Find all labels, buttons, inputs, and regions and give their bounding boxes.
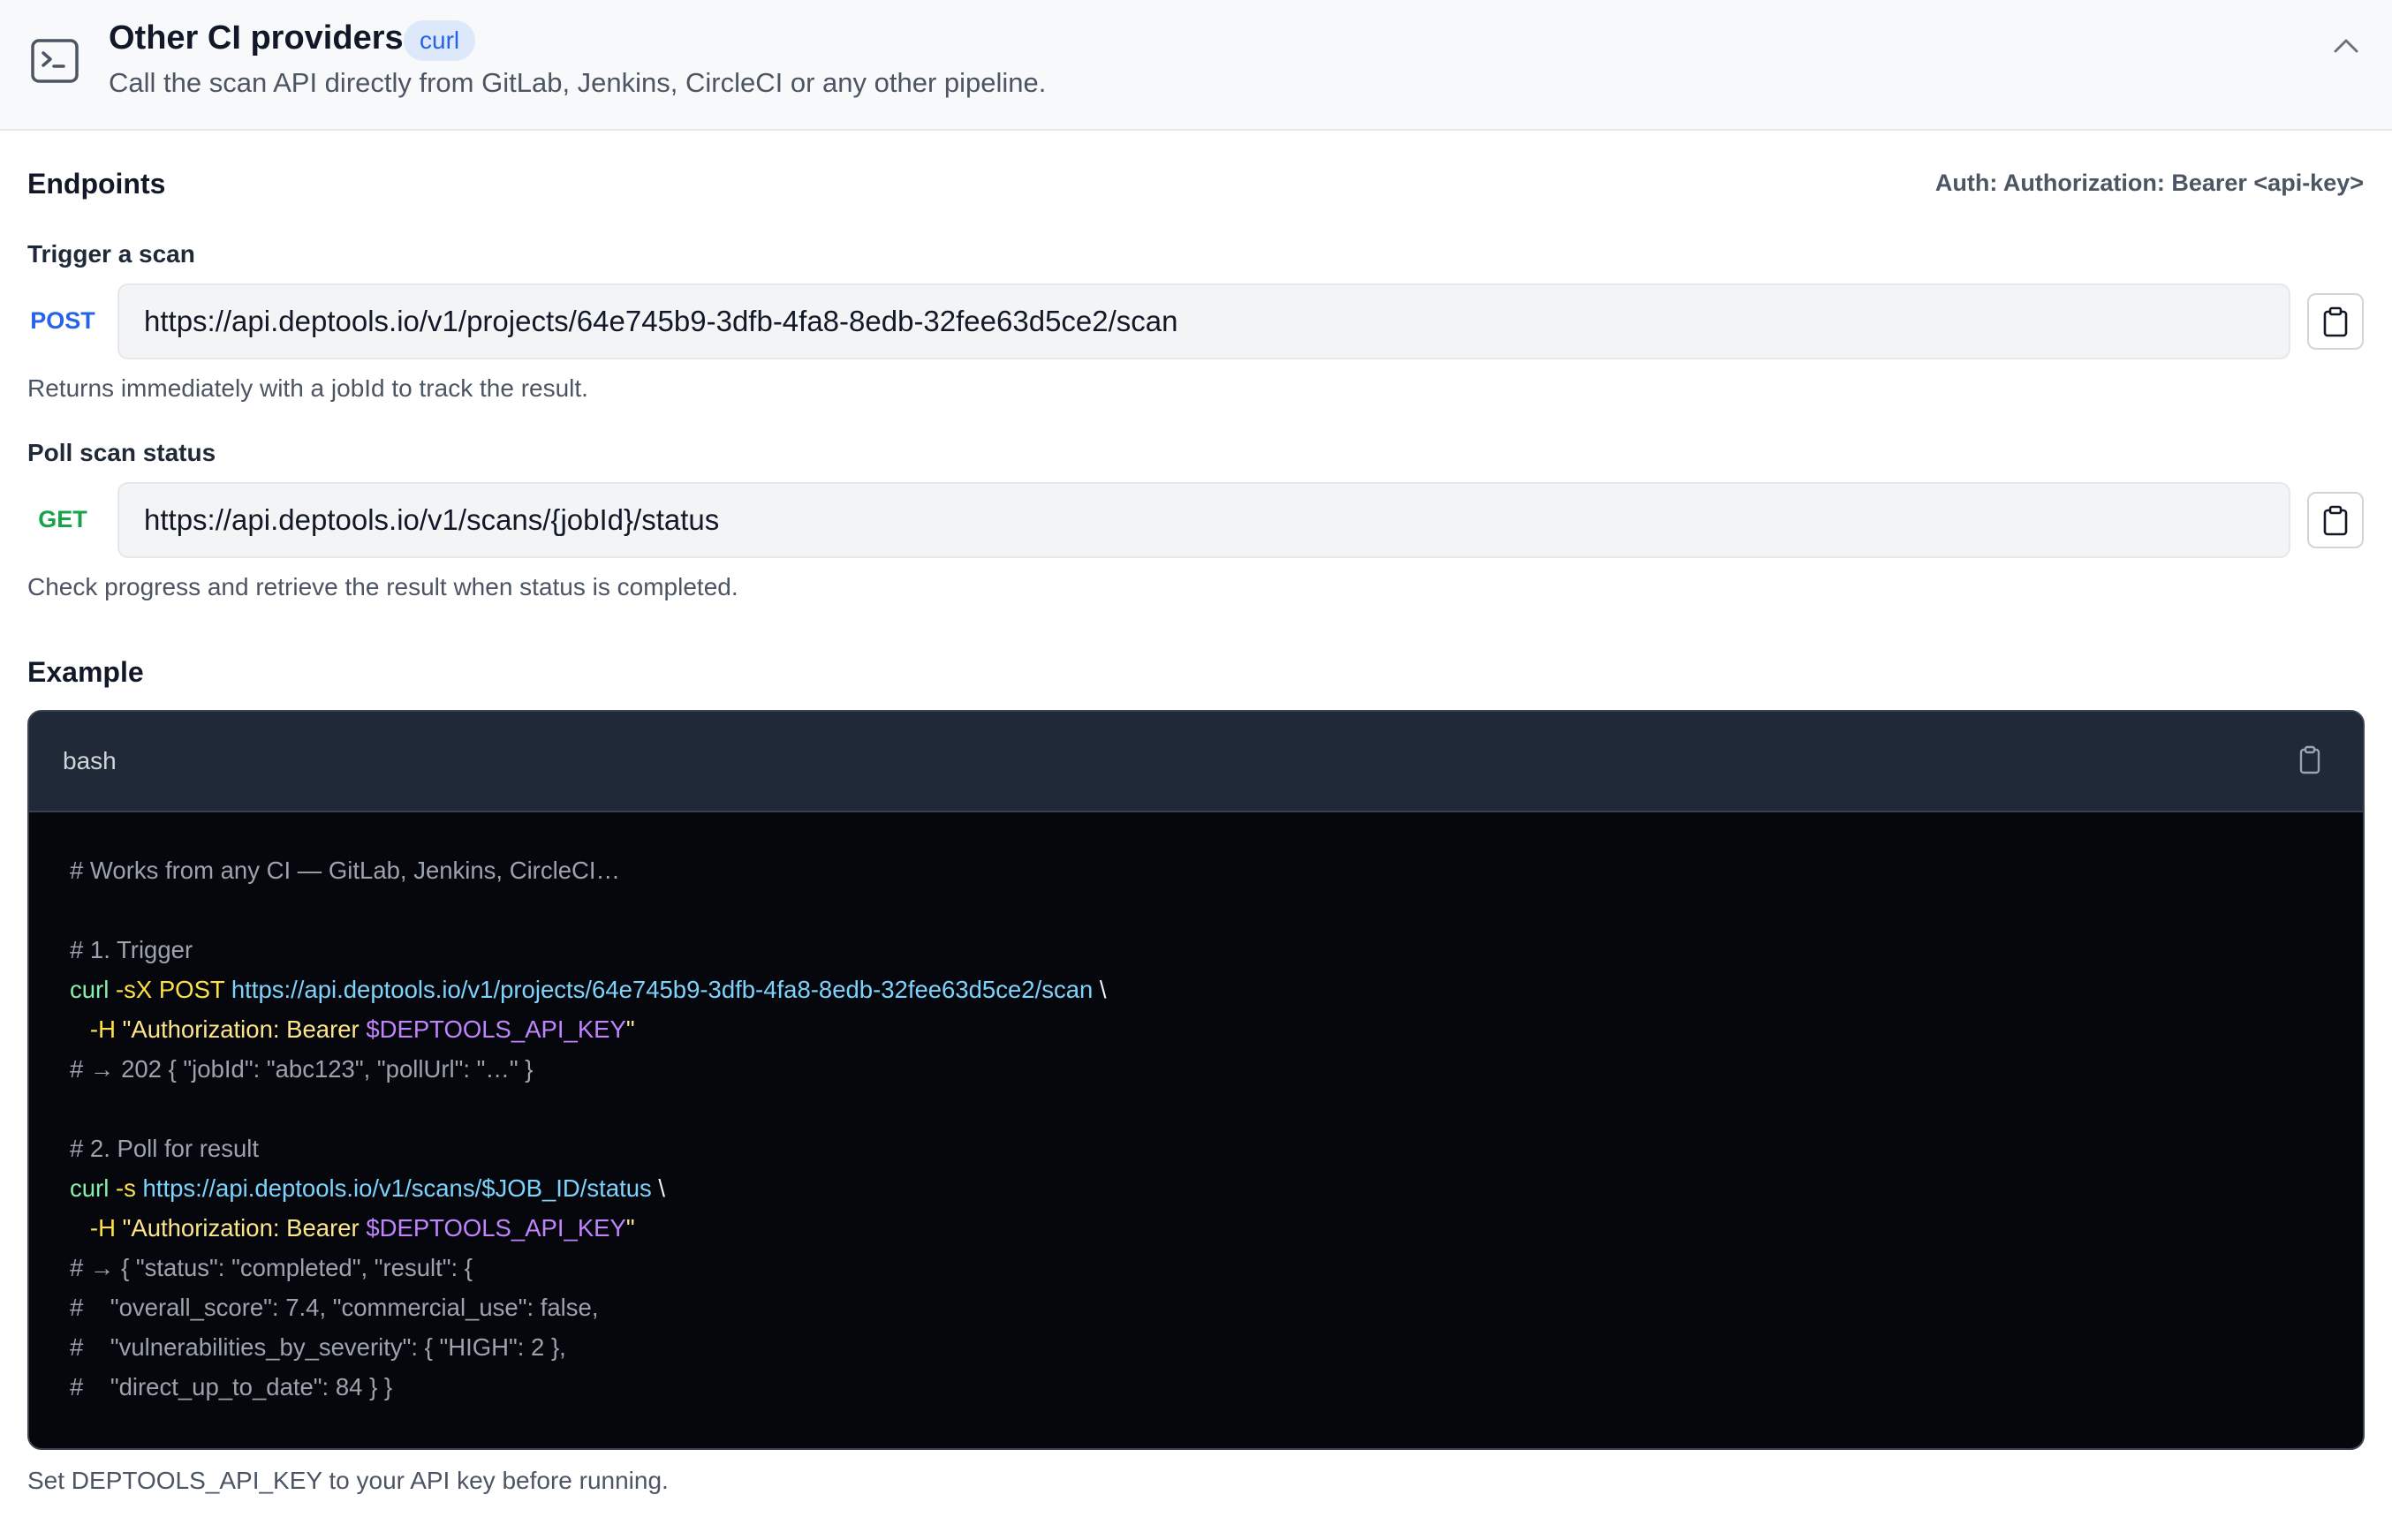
code-line: -H "Authorization: Bearer $DEPTOOLS_API_… [70, 1009, 1107, 1049]
copy-poll-url-button[interactable] [2307, 492, 2364, 548]
ci-provider-panel: Other CI providers curl Call the scan AP… [0, 0, 2392, 1540]
code-token-comment: # Works from any CI — GitLab, Jenkins, C… [70, 857, 620, 884]
trigger-url-field[interactable]: https://api.deptools.io/v1/projects/64e7… [117, 283, 2290, 359]
copy-trigger-url-button[interactable] [2307, 293, 2364, 350]
code-token-comment: # 2. Poll for result [70, 1135, 259, 1162]
code-token-str: " [625, 1214, 635, 1242]
endpoints-heading: Endpoints [27, 168, 166, 200]
code-token-plain: \ [651, 1174, 666, 1202]
terminal-icon [31, 39, 79, 83]
code-token-str: "Authorization: Bearer [122, 1015, 367, 1043]
code-token-flag: -H [89, 1015, 116, 1043]
code-line: # → 202 { "jobId": "abc123", "pollUrl": … [70, 1049, 1107, 1089]
code-block-header: bash [29, 712, 2363, 812]
auth-label: Auth: Authorization: Bearer <api-key> [1934, 170, 2364, 196]
code-token-flag: -sX POST [115, 976, 225, 1003]
code-token-var: $DEPTOOLS_API_KEY [366, 1015, 626, 1043]
panel-header[interactable]: Other CI providers curl Call the scan AP… [0, 0, 2392, 131]
code-token-comment: # "vulnerabilities_by_severity": { "HIGH… [70, 1333, 566, 1361]
clipboard-icon [2323, 306, 2348, 337]
code-token-var: $DEPTOOLS_API_KEY [366, 1214, 626, 1242]
example-heading: Example [27, 656, 144, 688]
code-line: # 2. Poll for result [70, 1129, 1107, 1168]
code-line: curl -s https://api.deptools.io/v1/scans… [70, 1168, 1107, 1208]
code-token-url: https://api.deptools.io/v1/projects/64e7… [231, 976, 1094, 1003]
code-line: curl -sX POST https://api.deptools.io/v1… [70, 970, 1107, 1009]
curl-badge: curl [404, 20, 476, 61]
code-token-comment: # "direct_up_to_date": 84 } } [70, 1373, 393, 1400]
code-line: -H "Authorization: Bearer $DEPTOOLS_API_… [70, 1208, 1107, 1248]
code-token-url: https://api.deptools.io/v1/scans/$JOB_ID… [142, 1174, 652, 1202]
clipboard-icon [2323, 505, 2348, 536]
code-language-label: bash [63, 747, 117, 774]
code-block: bash # Works from any CI — GitLab, Jenki… [27, 710, 2365, 1450]
clipboard-icon[interactable] [2296, 745, 2324, 775]
endpoint-label-trigger: Trigger a scan [27, 240, 195, 268]
code-token-str: " [625, 1015, 635, 1043]
endpoint-label-poll: Poll scan status [27, 439, 216, 466]
poll-url-field[interactable]: https://api.deptools.io/v1/scans/{jobId}… [117, 482, 2290, 558]
code-token-cmd: curl [70, 976, 110, 1003]
code-token-flag: -s [115, 1174, 136, 1202]
code-line: # "direct_up_to_date": 84 } } [70, 1367, 1107, 1407]
code-line: # "vulnerabilities_by_severity": { "HIGH… [70, 1327, 1107, 1367]
panel-subtitle: Call the scan API directly from GitLab, … [109, 67, 1047, 98]
code-content[interactable]: # Works from any CI — GitLab, Jenkins, C… [70, 850, 1107, 1407]
code-token-comment: # → 202 { "jobId": "abc123", "pollUrl": … [70, 1055, 534, 1083]
poll-description: Check progress and retrieve the result w… [27, 573, 738, 600]
footer-note: Set DEPTOOLS_API_KEY to your API key bef… [27, 1467, 669, 1494]
code-token-flag: -H [89, 1214, 116, 1242]
code-line: # Works from any CI — GitLab, Jenkins, C… [70, 850, 1107, 890]
method-badge-post: POST [30, 307, 95, 334]
trigger-description: Returns immediately with a jobId to trac… [27, 374, 588, 402]
code-token-str: "Authorization: Bearer [122, 1214, 367, 1242]
code-line: # 1. Trigger [70, 930, 1107, 970]
panel-title: Other CI providers [109, 19, 404, 57]
method-badge-get: GET [38, 506, 87, 532]
code-line: # "overall_score": 7.4, "commercial_use"… [70, 1287, 1107, 1327]
code-token-comment: # 1. Trigger [70, 936, 193, 963]
chevron-up-icon[interactable] [2328, 30, 2364, 62]
code-token-comment: # "overall_score": 7.4, "commercial_use"… [70, 1294, 599, 1321]
code-token-plain: \ [1093, 976, 1107, 1003]
code-token-comment: # → { "status": "completed", "result": { [70, 1254, 473, 1281]
code-line: # → { "status": "completed", "result": { [70, 1248, 1107, 1287]
code-token-cmd: curl [70, 1174, 110, 1202]
